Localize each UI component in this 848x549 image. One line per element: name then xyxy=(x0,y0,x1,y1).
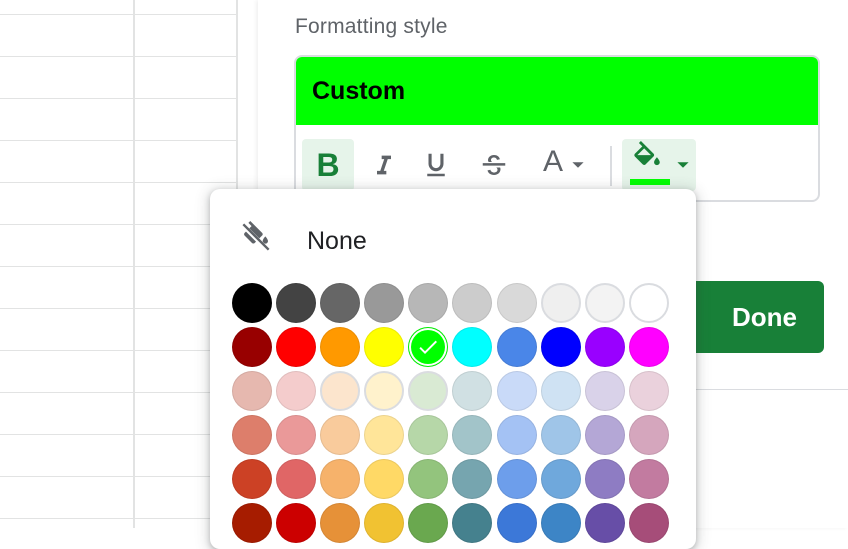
color-swatch[interactable] xyxy=(628,283,669,323)
color-swatch[interactable] xyxy=(496,283,537,323)
color-swatch[interactable] xyxy=(584,371,625,412)
color-swatch[interactable] xyxy=(452,371,493,412)
color-swatch-grid xyxy=(232,283,669,544)
color-swatch[interactable] xyxy=(452,283,493,323)
color-swatch[interactable] xyxy=(364,371,405,412)
color-swatch[interactable] xyxy=(276,283,317,323)
fill-color-palette: None xyxy=(210,189,696,549)
color-swatch[interactable] xyxy=(628,327,669,368)
underline-button[interactable] xyxy=(414,139,458,191)
bold-button[interactable]: B xyxy=(302,139,354,191)
color-swatch[interactable] xyxy=(320,283,361,323)
color-swatch[interactable] xyxy=(320,503,361,544)
formatting-style-box: Custom B A xyxy=(294,55,820,202)
color-swatch[interactable] xyxy=(496,503,537,544)
color-swatch[interactable] xyxy=(584,503,625,544)
none-label: None xyxy=(307,227,367,255)
underline-icon xyxy=(427,153,445,177)
color-swatch[interactable] xyxy=(364,415,405,456)
color-swatch[interactable] xyxy=(320,327,361,368)
color-swatch[interactable] xyxy=(408,283,449,323)
color-swatch[interactable] xyxy=(496,327,537,368)
spreadsheet-grid[interactable] xyxy=(0,0,238,528)
color-swatch[interactable] xyxy=(496,371,537,412)
color-swatch[interactable] xyxy=(540,327,581,368)
color-swatch[interactable] xyxy=(320,415,361,456)
color-swatch[interactable] xyxy=(628,503,669,544)
text-color-button[interactable]: A xyxy=(532,139,596,191)
italic-button[interactable] xyxy=(362,139,406,191)
chevron-down-icon xyxy=(572,162,584,168)
no-fill-icon xyxy=(241,221,270,252)
text-color-icon: A xyxy=(542,145,563,178)
color-swatch[interactable] xyxy=(276,459,317,500)
color-swatch[interactable] xyxy=(364,459,405,500)
formatting-style-label: Formatting style xyxy=(295,15,448,38)
color-swatch[interactable] xyxy=(628,459,669,500)
color-swatch[interactable] xyxy=(540,415,581,456)
color-swatch[interactable] xyxy=(276,371,317,412)
color-swatch[interactable] xyxy=(408,371,449,412)
toolbar-divider xyxy=(610,146,612,186)
color-swatch[interactable] xyxy=(540,503,581,544)
color-swatch[interactable] xyxy=(320,371,361,412)
color-swatch[interactable] xyxy=(452,459,493,500)
color-swatch[interactable] xyxy=(496,459,537,500)
color-swatch[interactable] xyxy=(452,503,493,544)
color-swatch[interactable] xyxy=(408,415,449,456)
color-swatch[interactable] xyxy=(408,459,449,500)
color-swatch[interactable] xyxy=(364,283,405,323)
color-swatch[interactable] xyxy=(232,503,272,544)
chevron-down-icon xyxy=(677,162,689,168)
color-swatch[interactable] xyxy=(584,415,625,456)
fill-color-button[interactable] xyxy=(622,139,696,191)
color-swatch[interactable] xyxy=(232,371,272,412)
color-swatch[interactable] xyxy=(364,503,405,544)
color-swatch[interactable] xyxy=(276,503,317,544)
style-preview-label: Custom xyxy=(312,77,406,105)
color-swatch[interactable] xyxy=(232,327,272,368)
color-swatch[interactable] xyxy=(408,503,449,544)
color-swatch[interactable] xyxy=(232,459,272,500)
color-swatch[interactable] xyxy=(584,327,625,368)
color-swatch[interactable] xyxy=(540,283,581,323)
color-swatch[interactable] xyxy=(232,415,272,456)
none-color-option[interactable]: None xyxy=(210,209,696,265)
color-swatch[interactable] xyxy=(452,327,493,368)
color-swatch[interactable] xyxy=(408,327,449,368)
fill-color-icon xyxy=(634,141,660,166)
bold-icon: B xyxy=(316,146,340,183)
color-swatch[interactable] xyxy=(584,283,625,323)
color-swatch[interactable] xyxy=(276,327,317,368)
done-button[interactable]: Done xyxy=(683,281,824,353)
color-swatch[interactable] xyxy=(584,459,625,500)
color-swatch[interactable] xyxy=(540,371,581,412)
color-swatch[interactable] xyxy=(540,459,581,500)
fill-color-indicator xyxy=(630,179,670,185)
color-swatch[interactable] xyxy=(320,459,361,500)
style-preview[interactable]: Custom xyxy=(296,57,818,125)
color-swatch[interactable] xyxy=(628,371,669,412)
color-swatch[interactable] xyxy=(276,415,317,456)
color-swatch[interactable] xyxy=(628,415,669,456)
checkmark-icon xyxy=(419,340,438,355)
strikethrough-button[interactable] xyxy=(472,139,516,191)
color-swatch[interactable] xyxy=(452,415,493,456)
color-swatch[interactable] xyxy=(232,283,272,323)
color-swatch[interactable] xyxy=(496,415,537,456)
strikethrough-icon xyxy=(482,155,506,175)
color-swatch[interactable] xyxy=(364,327,405,368)
italic-icon xyxy=(377,155,391,175)
